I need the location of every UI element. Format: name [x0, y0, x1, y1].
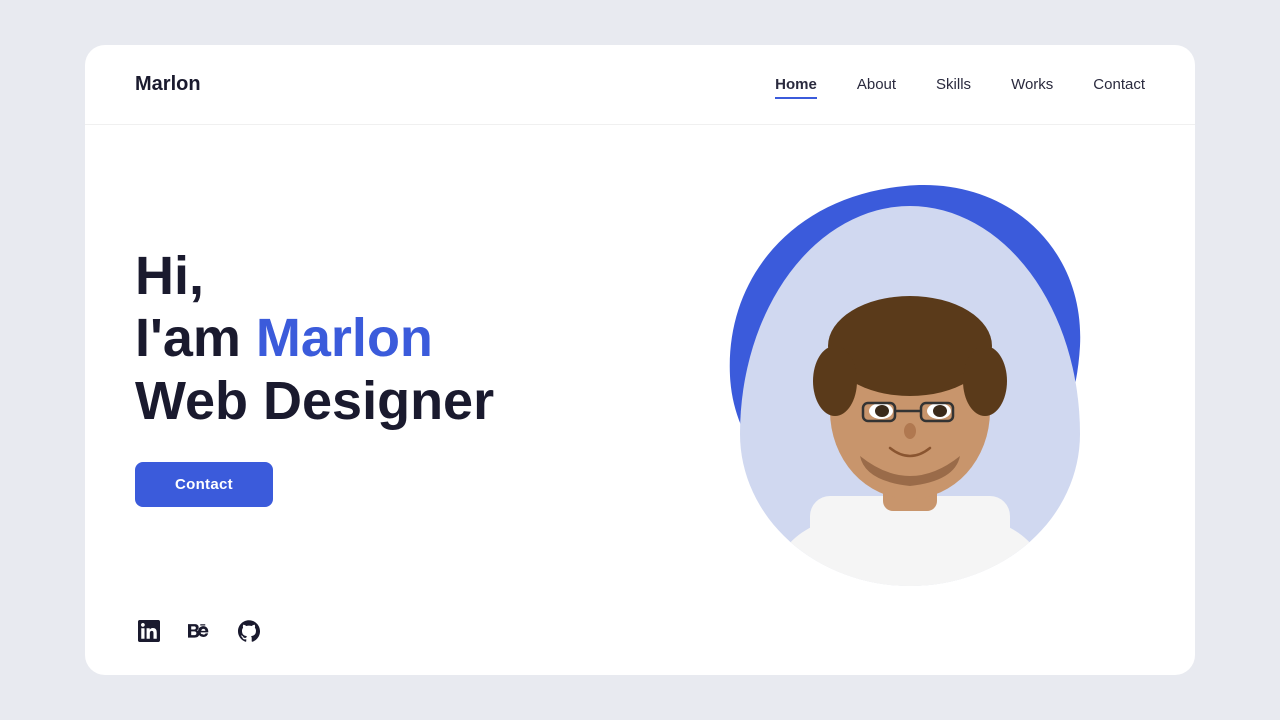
nav-item-skills[interactable]: Skills [936, 76, 971, 94]
hero-intro: I'am Marlon [135, 307, 695, 369]
linkedin-icon[interactable] [135, 617, 163, 645]
nav-item-works[interactable]: Works [1011, 76, 1053, 94]
hero-name: Marlon [256, 308, 433, 368]
hero-text: Hi, I'am Marlon Web Designer Contact [135, 235, 695, 506]
nav-links: Home About Skills Works Contact [775, 76, 1145, 94]
hero-title: Web Designer [135, 370, 695, 432]
nav-item-home[interactable]: Home [775, 76, 817, 94]
hero-section: Hi, I'am Marlon Web Designer Contact [85, 125, 1195, 617]
contact-button[interactable]: Contact [135, 462, 273, 507]
navbar: Marlon Home About Skills Works Contact [85, 45, 1195, 125]
person-illustration [755, 226, 1065, 586]
hero-intro-prefix: I'am [135, 308, 256, 368]
hero-greeting: Hi, [135, 245, 695, 307]
nav-link-works[interactable]: Works [1011, 76, 1053, 93]
github-icon[interactable] [235, 617, 263, 645]
social-bar [85, 617, 1195, 675]
nav-link-about[interactable]: About [857, 76, 896, 93]
nav-item-contact[interactable]: Contact [1093, 76, 1145, 94]
nav-link-contact[interactable]: Contact [1093, 76, 1145, 93]
main-card: Marlon Home About Skills Works Contact H… [85, 45, 1195, 675]
nav-item-about[interactable]: About [857, 76, 896, 94]
brand-logo: Marlon [135, 73, 201, 96]
hero-image-area [695, 156, 1125, 586]
nav-link-home[interactable]: Home [775, 76, 817, 99]
nav-link-skills[interactable]: Skills [936, 76, 971, 93]
behance-icon[interactable] [185, 617, 213, 645]
